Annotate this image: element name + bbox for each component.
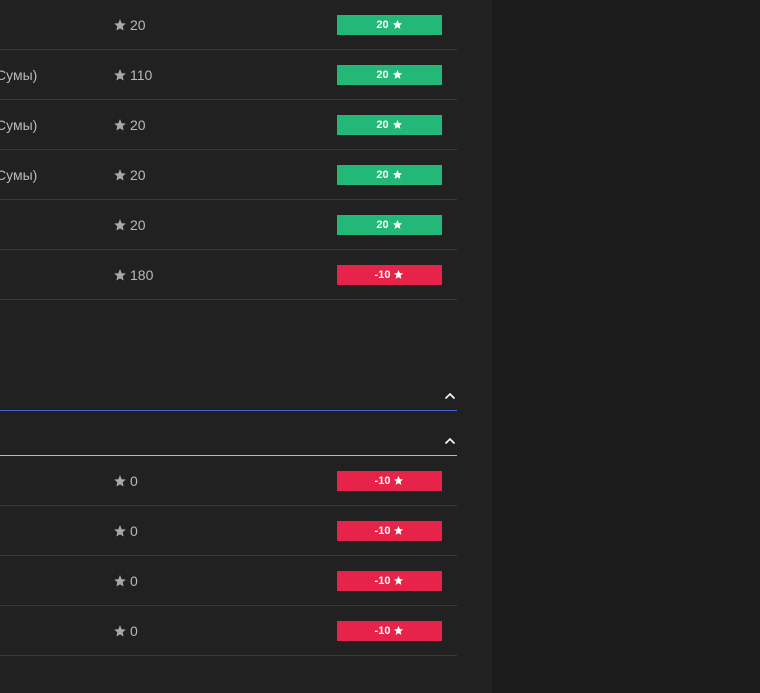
score-badge: -10	[337, 620, 442, 641]
star-icon	[113, 68, 127, 82]
table-row: Сумы) 20 20	[0, 100, 457, 150]
score-badge: -10	[337, 264, 442, 285]
row-points: 20	[113, 217, 146, 233]
points-value: 20	[130, 216, 146, 233]
star-icon	[113, 118, 127, 132]
badge-value: 20	[376, 68, 389, 81]
badge-value: -10	[374, 474, 391, 487]
star-icon	[392, 169, 403, 180]
badge-value: -10	[374, 574, 391, 587]
table-row: 20 20	[0, 0, 457, 50]
points-value: 0	[130, 472, 138, 489]
table-row: 0 -10	[0, 556, 457, 606]
star-icon	[392, 19, 403, 30]
table-row: 20 20	[0, 200, 457, 250]
page: 20 20 Сумы) 110 20 Сумы) 20 20 Сумы) 20 …	[0, 0, 760, 693]
points-value: 0	[130, 522, 138, 539]
star-icon	[113, 474, 127, 488]
star-icon	[393, 269, 404, 280]
score-badge: 20	[337, 164, 442, 185]
row-points: 0	[113, 473, 138, 489]
row-points: 0	[113, 523, 138, 539]
points-value: 0	[130, 572, 138, 589]
chevron-up-icon[interactable]	[443, 434, 457, 448]
badge-value: 20	[376, 168, 389, 181]
row-points: 20	[113, 17, 146, 33]
badge-value: -10	[374, 624, 391, 637]
row-points: 20	[113, 117, 146, 133]
row-points: 0	[113, 573, 138, 589]
table-row: Сумы) 110 20	[0, 50, 457, 100]
score-badge: -10	[337, 520, 442, 541]
badge-value: 20	[376, 118, 389, 131]
score-badge: 20	[337, 14, 442, 35]
star-icon	[113, 574, 127, 588]
star-icon	[393, 575, 404, 586]
chevron-up-icon[interactable]	[443, 389, 457, 403]
star-icon	[113, 268, 127, 282]
row-points: 0	[113, 623, 138, 639]
section-header[interactable]	[0, 383, 457, 411]
star-icon	[392, 219, 403, 230]
score-badge: -10	[337, 470, 442, 491]
points-value: 180	[130, 266, 154, 283]
star-icon	[392, 119, 403, 130]
star-icon	[393, 625, 404, 636]
star-icon	[113, 624, 127, 638]
points-value: 110	[130, 66, 153, 83]
star-icon	[113, 18, 127, 32]
star-icon	[113, 218, 127, 232]
row-name: Сумы)	[0, 166, 38, 183]
results-panel: 20 20 Сумы) 110 20 Сумы) 20 20 Сумы) 20 …	[0, 0, 492, 693]
star-icon	[113, 524, 127, 538]
score-badge: 20	[337, 64, 442, 85]
table-row: 180 -10	[0, 250, 457, 300]
empty-side-area	[492, 0, 760, 693]
table-row: 0 -10	[0, 506, 457, 556]
badge-value: 20	[376, 218, 389, 231]
badge-value: -10	[374, 268, 391, 281]
star-icon	[393, 525, 404, 536]
row-name: Сумы)	[0, 66, 38, 83]
points-value: 20	[130, 166, 146, 183]
table-row: Сумы) 20 20	[0, 150, 457, 200]
table-row: 0 -10	[0, 606, 457, 656]
score-badge: 20	[337, 214, 442, 235]
row-points: 180	[113, 267, 153, 283]
score-badge: 20	[337, 114, 442, 135]
badge-value: 20	[376, 18, 389, 31]
table-row: 0 -10	[0, 456, 457, 506]
points-value: 20	[130, 16, 146, 33]
points-value: 0	[130, 622, 138, 639]
badge-value: -10	[374, 524, 391, 537]
score-badge: -10	[337, 570, 442, 591]
row-name: Сумы)	[0, 116, 38, 133]
star-icon	[113, 168, 127, 182]
row-points: 20	[113, 167, 146, 183]
star-icon	[392, 69, 403, 80]
section-header[interactable]	[0, 428, 457, 456]
row-points: 110	[113, 67, 152, 83]
star-icon	[393, 475, 404, 486]
points-value: 20	[130, 116, 146, 133]
